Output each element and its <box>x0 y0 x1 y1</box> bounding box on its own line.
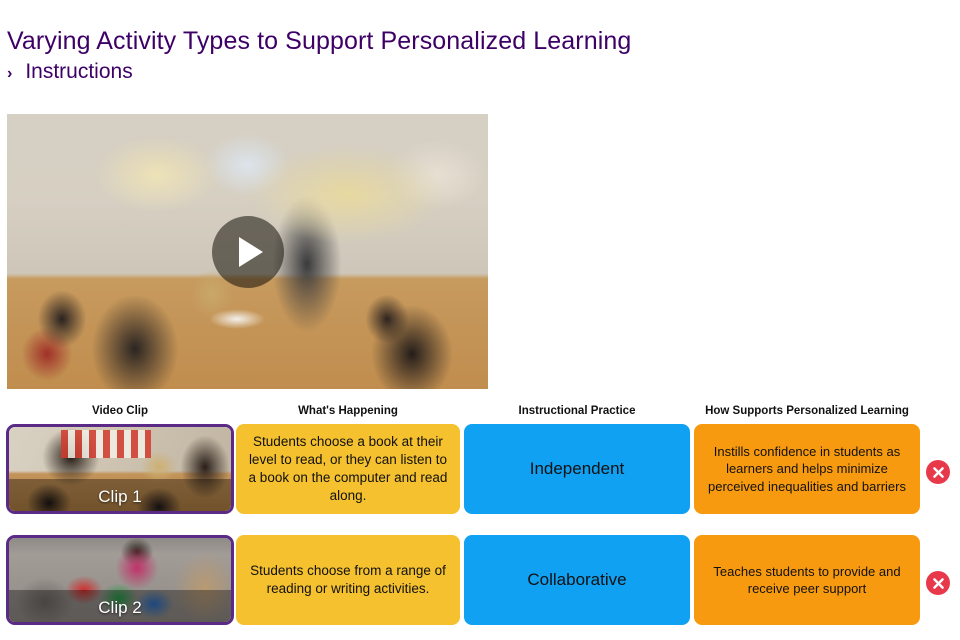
cell-how-supports[interactable]: Instills confidence in students as learn… <box>694 424 920 514</box>
video-player[interactable] <box>7 114 488 389</box>
video-clip-thumbnail[interactable]: Clip 1 <box>6 424 234 514</box>
activity-table: Video Clip What's Happening Instructiona… <box>0 405 960 625</box>
table-column-headers: Video Clip What's Happening Instructiona… <box>0 405 960 424</box>
instructions-toggle[interactable]: › Instructions <box>7 60 133 84</box>
play-button[interactable] <box>211 215 284 288</box>
cell-how-supports[interactable]: Teaches students to provide and receive … <box>694 535 920 625</box>
column-header-how-supports: How Supports Personalized Learning <box>705 405 909 417</box>
column-header-instructional-practice: Instructional Practice <box>518 405 636 417</box>
page-title: Varying Activity Types to Support Person… <box>7 26 632 55</box>
clip-label: Clip 2 <box>98 598 142 617</box>
clip-label: Clip 1 <box>98 487 142 506</box>
column-header-whats-happening: What's Happening <box>298 405 398 417</box>
activity-page: Varying Activity Types to Support Person… <box>0 0 960 640</box>
remove-row-button[interactable] <box>926 460 950 484</box>
cell-instructional-practice[interactable]: Collaborative <box>464 535 690 625</box>
table-row: Clip 1 Students choose a book at their l… <box>0 424 960 514</box>
instructions-label: Instructions <box>25 60 133 83</box>
cell-instructional-practice[interactable]: Independent <box>464 424 690 514</box>
close-x-icon <box>932 577 944 589</box>
table-row: Clip 2 Students choose from a range of r… <box>0 535 960 625</box>
column-header-video-clip: Video Clip <box>91 405 149 417</box>
play-icon <box>238 236 263 267</box>
cell-whats-happening[interactable]: Students choose a book at their level to… <box>236 424 460 514</box>
close-x-icon <box>932 466 944 478</box>
video-clip-thumbnail[interactable]: Clip 2 <box>6 535 234 625</box>
cell-whats-happening[interactable]: Students choose from a range of reading … <box>236 535 460 625</box>
remove-row-button[interactable] <box>926 571 950 595</box>
chevron-right-icon: › <box>7 65 13 82</box>
